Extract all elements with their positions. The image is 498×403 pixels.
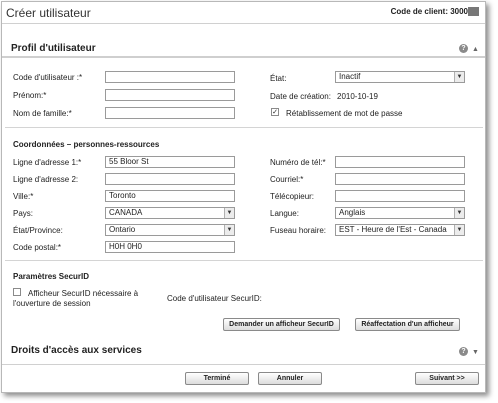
address1-input[interactable]: 55 Bloor St [105,156,235,168]
country-select[interactable]: CANADA ▼ [105,207,235,219]
window-title: Créer utilisateur [6,6,91,20]
dropdown-arrow-icon[interactable]: ▼ [224,225,234,235]
timezone-select[interactable]: EST - Heure de l'Est - Canada ▼ [335,224,465,236]
request-securid-button[interactable]: Demander un afficheur SecurID [223,318,340,331]
client-code-redacted [468,7,479,16]
done-button[interactable]: Terminé [185,372,249,385]
divider [5,260,483,261]
securid-required-checkbox[interactable] [13,288,21,296]
language-select-value: Anglais [339,208,366,217]
first-name-input[interactable] [105,89,235,101]
language-select[interactable]: Anglais ▼ [335,207,465,219]
fax-input[interactable] [335,190,465,202]
reassign-token-button[interactable]: Réaffectation d'un afficheur [355,318,460,331]
language-label: Langue: [270,209,299,218]
creation-date-value: 2010-10-19 [337,92,378,101]
address2-label: Ligne d'adresse 2: [13,175,79,184]
help-icon[interactable]: ? [459,347,468,356]
next-button[interactable]: Suivant >> [415,372,479,385]
client-code-label: Code de client: 3000 [390,7,468,16]
postal-code-label: Code postal:* [13,243,62,252]
title-bar: Créer utilisateur Code de client: 3000 [2,2,485,24]
state-select-value: Inactif [339,72,361,81]
securid-required-label-line2: l'ouverture de session [13,299,91,308]
profile-section-header[interactable]: Profil d'utilisateur ? ▲ [2,40,485,58]
phone-input[interactable] [335,156,465,168]
dropdown-arrow-icon[interactable]: ▼ [224,208,234,218]
province-select-value: Ontario [109,225,136,234]
state-label: État: [270,74,287,83]
city-label: Ville:* [13,192,34,201]
last-name-label: Nom de famille:* [13,109,72,118]
timezone-select-value: EST - Heure de l'Est - Canada [339,225,447,234]
dropdown-arrow-icon[interactable]: ▼ [454,225,464,235]
address1-label: Ligne d'adresse 1:* [13,158,82,167]
client-code: Code de client: 3000 [391,7,479,16]
collapse-caret-icon[interactable]: ▲ [472,46,479,53]
fax-label: Télécopieur: [270,192,315,201]
address2-input[interactable] [105,173,235,185]
services-heading: Droits d'accès aux services [11,345,142,356]
footer-bar: Terminé Annuler Suivant >> [2,364,485,393]
expand-caret-icon[interactable]: ▼ [472,349,479,356]
user-code-input[interactable] [105,71,235,83]
postal-code-input[interactable]: H0H 0H0 [105,241,235,253]
password-reset-label: Rétablissement de mot de passe [286,109,403,118]
dropdown-arrow-icon[interactable]: ▼ [454,208,464,218]
city-input[interactable]: Toronto [105,190,235,202]
contact-heading: Coordonnées – personnes-ressources [13,140,160,149]
create-user-window: Créer utilisateur Code de client: 3000 P… [1,1,486,393]
country-label: Pays: [13,209,34,218]
last-name-input[interactable] [105,107,235,119]
dropdown-arrow-icon[interactable]: ▼ [454,72,464,82]
state-select[interactable]: Inactif ▼ [335,71,465,83]
securid-heading: Paramètres SecurID [13,272,90,281]
password-reset-checkbox[interactable]: ✓ [271,108,279,116]
email-label: Courriel:* [270,175,304,184]
province-label: État/Province: [13,226,63,235]
profile-heading: Profil d'utilisateur [11,43,96,54]
phone-label: Numéro de tél:* [270,158,326,167]
creation-date-label: Date de création: [270,92,331,101]
province-select[interactable]: Ontario ▼ [105,224,235,236]
help-icon[interactable]: ? [459,44,468,53]
securid-user-code-label: Code d'utilisateur SecurID: [167,294,262,303]
services-section-header[interactable]: Droits d'accès aux services ? ▼ [2,342,485,360]
checkmark-icon: ✓ [272,109,278,116]
cancel-button[interactable]: Annuler [258,372,322,385]
timezone-label: Fuseau horaire: [270,226,327,235]
user-code-label: Code d'utilisateur :* [13,73,83,82]
securid-required-label-line1: Afficheur SecurID nécessaire à [28,289,139,298]
divider [5,127,483,128]
first-name-label: Prénom:* [13,91,47,100]
country-select-value: CANADA [109,208,143,217]
email-input[interactable] [335,173,465,185]
